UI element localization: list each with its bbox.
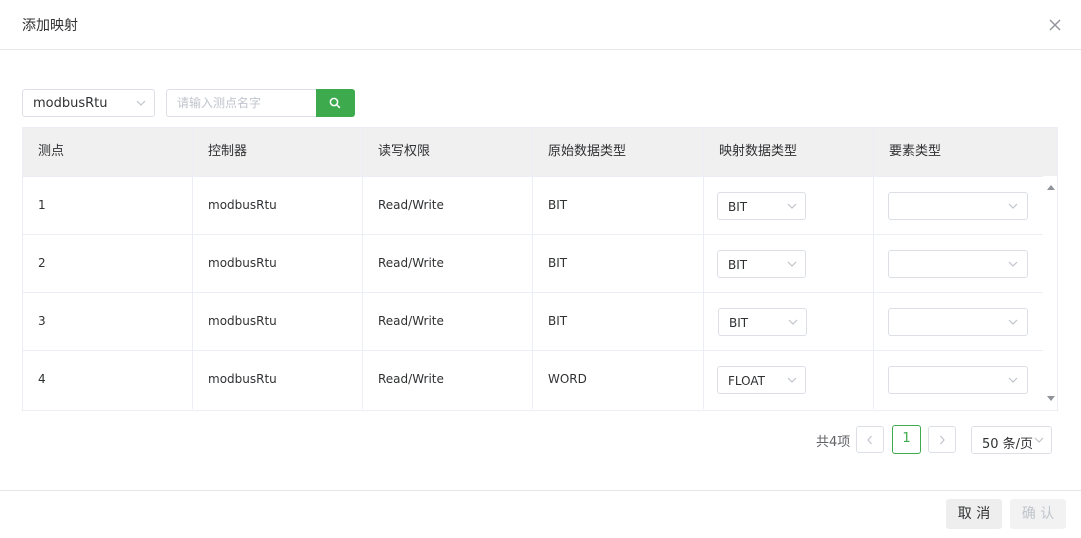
table-row: 3 modbusRtu Read/Write BIT BIT [23,292,1043,351]
cell-controller: modbusRtu [193,177,363,235]
cell-controller: modbusRtu [193,351,363,409]
mapped-type-select-value: BIT [729,316,749,330]
chevron-down-icon [787,203,797,209]
controller-select[interactable]: modbusRtu [22,89,155,117]
cell-raw-type: WORD [533,351,704,409]
cell-access: Read/Write [363,293,533,351]
cell-controller: modbusRtu [193,235,363,293]
page-size-select-value: 50 条/页 [982,437,1034,452]
controller-select-value: modbusRtu [33,96,108,111]
element-type-select[interactable] [888,366,1028,394]
pagination-total: 共4项 [816,435,851,450]
cell-point: 1 [23,177,193,235]
mapping-table: 测点 控制器 读写权限 原始数据类型 映射数据类型 要素类型 1 modbusR… [22,127,1058,411]
cell-mapped-type: BIT [704,293,874,351]
mapped-type-select-value: FLOAT [728,374,766,388]
mapped-type-select[interactable]: BIT [717,192,806,220]
column-header-raw-type: 原始数据类型 [533,128,704,176]
chevron-down-icon [788,319,798,325]
table-header: 测点 控制器 读写权限 原始数据类型 映射数据类型 要素类型 [23,128,1057,176]
chevron-down-icon [787,377,797,383]
search-button[interactable] [316,89,355,117]
mapped-type-select-value: BIT [728,258,748,272]
cancel-button[interactable]: 取 消 [946,499,1002,529]
cell-element-type [874,235,1043,293]
cell-element-type [874,293,1043,351]
search-icon [329,97,341,109]
chevron-down-icon [1008,319,1018,325]
cell-point: 2 [23,235,193,293]
dialog-title: 添加映射 [22,18,78,34]
column-header-controller: 控制器 [193,128,363,176]
chevron-left-icon [867,435,872,445]
element-type-select[interactable] [888,192,1028,220]
mapped-type-select-value: BIT [728,200,748,214]
cell-mapped-type: BIT [704,235,874,293]
point-name-search-input[interactable] [166,89,317,117]
cell-controller: modbusRtu [193,293,363,351]
page-size-select[interactable]: 50 条/页 [971,426,1052,454]
page-number-current[interactable]: 1 [892,425,921,454]
next-page-button[interactable] [928,426,956,453]
scroll-down-arrow-icon[interactable] [1047,396,1055,401]
column-header-point: 测点 [23,128,193,176]
column-header-mapped-type: 映射数据类型 [704,128,874,176]
chevron-right-icon [940,435,945,445]
table-row: 4 modbusRtu Read/Write WORD FLOAT [23,350,1043,409]
scroll-up-arrow-icon[interactable] [1047,185,1055,190]
cell-mapped-type: BIT [704,177,874,235]
element-type-select[interactable] [888,250,1028,278]
cell-element-type [874,351,1043,409]
prev-page-button[interactable] [856,426,884,453]
chevron-down-icon [1034,437,1044,443]
cell-point: 4 [23,351,193,409]
confirm-button[interactable]: 确 认 [1010,499,1066,529]
cell-access: Read/Write [363,177,533,235]
add-mapping-dialog: 添加映射 modbusRtu 测点 控制器 读写权限 原始数据类型 映射数据类型… [0,0,1081,537]
chevron-down-icon [1008,377,1018,383]
chevron-down-icon [1008,261,1018,267]
table-scrollbar[interactable] [1040,176,1058,410]
element-type-select[interactable] [888,308,1028,336]
cell-access: Read/Write [363,351,533,409]
column-header-access: 读写权限 [363,128,533,176]
mapped-type-select[interactable]: BIT [717,250,806,278]
column-header-element-type: 要素类型 [889,144,942,159]
close-icon[interactable] [1046,16,1064,34]
cell-raw-type: BIT [533,235,704,293]
chevron-down-icon [787,261,797,267]
mapped-type-select[interactable]: FLOAT [717,366,806,394]
chevron-down-icon [1008,203,1018,209]
cell-raw-type: BIT [533,293,704,351]
cell-point: 3 [23,293,193,351]
mapped-type-select[interactable]: BIT [718,308,807,336]
cell-raw-type: BIT [533,177,704,235]
cell-element-type [874,177,1043,235]
cell-mapped-type: FLOAT [704,351,874,409]
table-row: 1 modbusRtu Read/Write BIT BIT [23,176,1043,235]
dialog-header: 添加映射 [0,0,1081,50]
table-row: 2 modbusRtu Read/Write BIT BIT [23,234,1043,293]
cell-access: Read/Write [363,235,533,293]
chevron-down-icon [136,100,146,106]
dialog-footer [0,490,1081,538]
